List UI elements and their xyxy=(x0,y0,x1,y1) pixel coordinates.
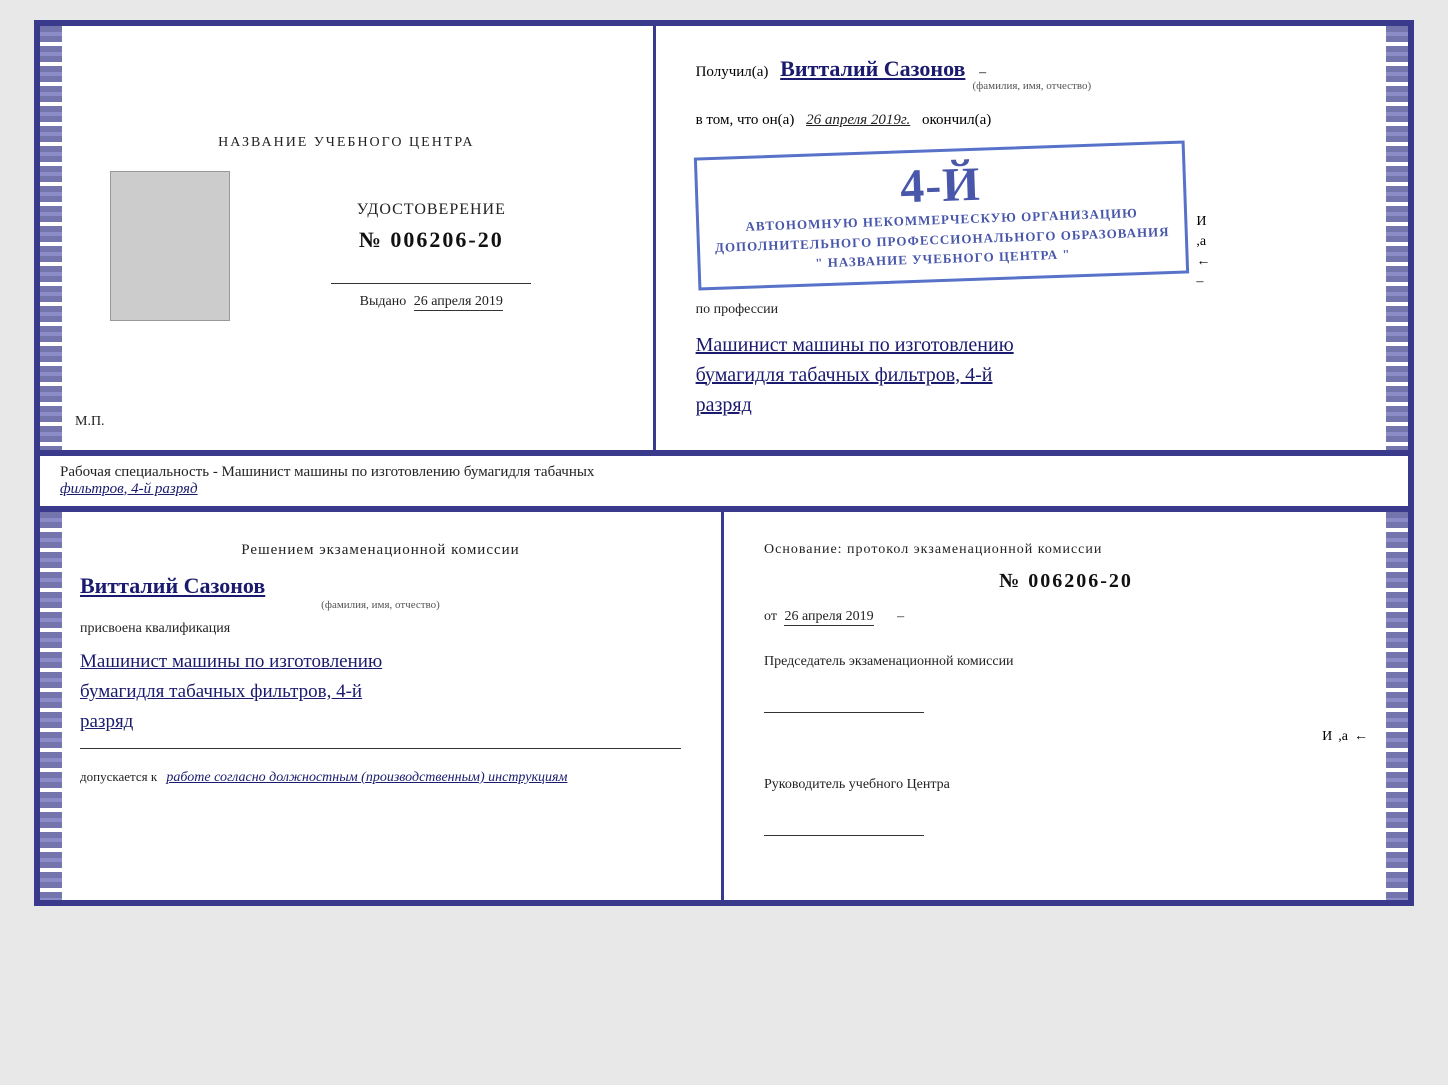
mp-label: М.П. xyxy=(75,414,105,430)
middle-text-line1: Рабочая специальность - Машинист машины … xyxy=(60,464,1388,481)
dopuskaetsya-row: допускается к работе согласно должностны… xyxy=(80,769,681,786)
ot-label: от xyxy=(764,609,777,624)
right-decorative-strip xyxy=(1386,26,1408,450)
rukovod-label: Руководитель учебного Центра xyxy=(764,777,1368,793)
prof-line2: бумагидля табачных фильтров, 4-й xyxy=(696,360,1368,390)
vtom-label: в том, что он(а) xyxy=(696,112,795,128)
okonchil-label: окончил(а) xyxy=(922,112,991,128)
bottom-divider xyxy=(80,748,681,749)
bottom-right-strip xyxy=(1386,512,1408,900)
recipient-name: Витталий Сазонов xyxy=(780,56,965,81)
middle-text-line2: фильтров, 4-й разряд xyxy=(60,481,1388,498)
bottom-date-value: 26 апреля 2019 xyxy=(784,609,873,626)
bottom-right-panel: Основание: протокол экзаменационной коми… xyxy=(724,512,1408,900)
middle-text-strip: Рабочая специальность - Машинист машины … xyxy=(34,456,1414,506)
prof-line1: Машинист машины по изготовлению xyxy=(696,330,1368,360)
profession-value: Машинист машины по изготовлению бумагидл… xyxy=(696,330,1368,420)
bottom-name-sub: (фамилия, имя, отчество) xyxy=(80,599,681,611)
bottom-name-row: Витталий Сазонов (фамилия, имя, отчество… xyxy=(80,569,681,611)
dopuskaetsya-label: допускается к xyxy=(80,769,157,784)
cert-left-panel: НАЗВАНИЕ УЧЕБНОГО ЦЕНТРА УДОСТОВЕРЕНИЕ №… xyxy=(40,26,656,450)
udostoverenie-label: УДОСТОВЕРЕНИЕ xyxy=(357,201,506,219)
bottom-title: Решением экзаменационной комиссии xyxy=(80,542,681,559)
bottom-left-strip xyxy=(40,512,62,900)
certification-stamp: 4-й АВТОНОМНУЮ НЕКОММЕРЧЕСКУЮ ОРГАНИЗАЦИ… xyxy=(693,140,1188,290)
divider-line xyxy=(331,283,531,284)
professiya-label: по профессии xyxy=(696,302,1368,318)
bottom-qualification: Машинист машины по изготовлению бумагидл… xyxy=(80,647,681,738)
osnov-label: Основание: протокол экзаменационной коми… xyxy=(764,542,1368,558)
prisvoena-label: присвоена квалификация xyxy=(80,621,681,637)
name-subtitle: (фамилия, имя, отчество) xyxy=(696,80,1368,92)
cert-center-title: НАЗВАНИЕ УЧЕБНОГО ЦЕНТРА xyxy=(218,135,474,151)
qual-line1: Машинист машины по изготовлению xyxy=(80,647,681,677)
cert-date: 26 апреля 2019г. xyxy=(806,112,910,128)
vtom-row: в том, что он(а) 26 апреля 2019г. окончи… xyxy=(696,112,1368,129)
cert-number: № 006206-20 xyxy=(359,227,504,253)
qual-line3: разряд xyxy=(80,707,681,737)
cert-photo xyxy=(110,171,230,321)
bottom-recipient-name: Витталий Сазонов xyxy=(80,573,681,599)
poluchil-label: Получил(а) xyxy=(696,64,769,80)
certificate-top: НАЗВАНИЕ УЧЕБНОГО ЦЕНТРА УДОСТОВЕРЕНИЕ №… xyxy=(34,20,1414,456)
bottom-left-panel: Решением экзаменационной комиссии Виттал… xyxy=(40,512,724,900)
predsedatel-label: Председатель экзаменационной комиссии xyxy=(764,654,1368,670)
predsedatel-sign-line xyxy=(764,712,924,713)
bottom-date-row: от 26 апреля 2019 – xyxy=(764,609,1368,626)
bottom-protocol-number: № 006206-20 xyxy=(764,570,1368,593)
rukovod-sign-line xyxy=(764,835,924,836)
certificate-bottom: Решением экзаменационной комиссии Виттал… xyxy=(34,506,1414,906)
cert-right-panel: Получил(а) Витталий Сазонов – (фамилия, … xyxy=(656,26,1408,450)
poluchil-row: Получил(а) Витталий Сазонов – (фамилия, … xyxy=(696,56,1368,92)
prof-line3: разряд xyxy=(696,390,1368,420)
dopusk-value: работе согласно должностным (производств… xyxy=(166,770,567,785)
qual-line2: бумагидля табачных фильтров, 4-й xyxy=(80,677,681,707)
vydano-text: Выдано 26 апреля 2019 xyxy=(360,294,503,311)
vydano-date: 26 апреля 2019 xyxy=(414,294,503,311)
